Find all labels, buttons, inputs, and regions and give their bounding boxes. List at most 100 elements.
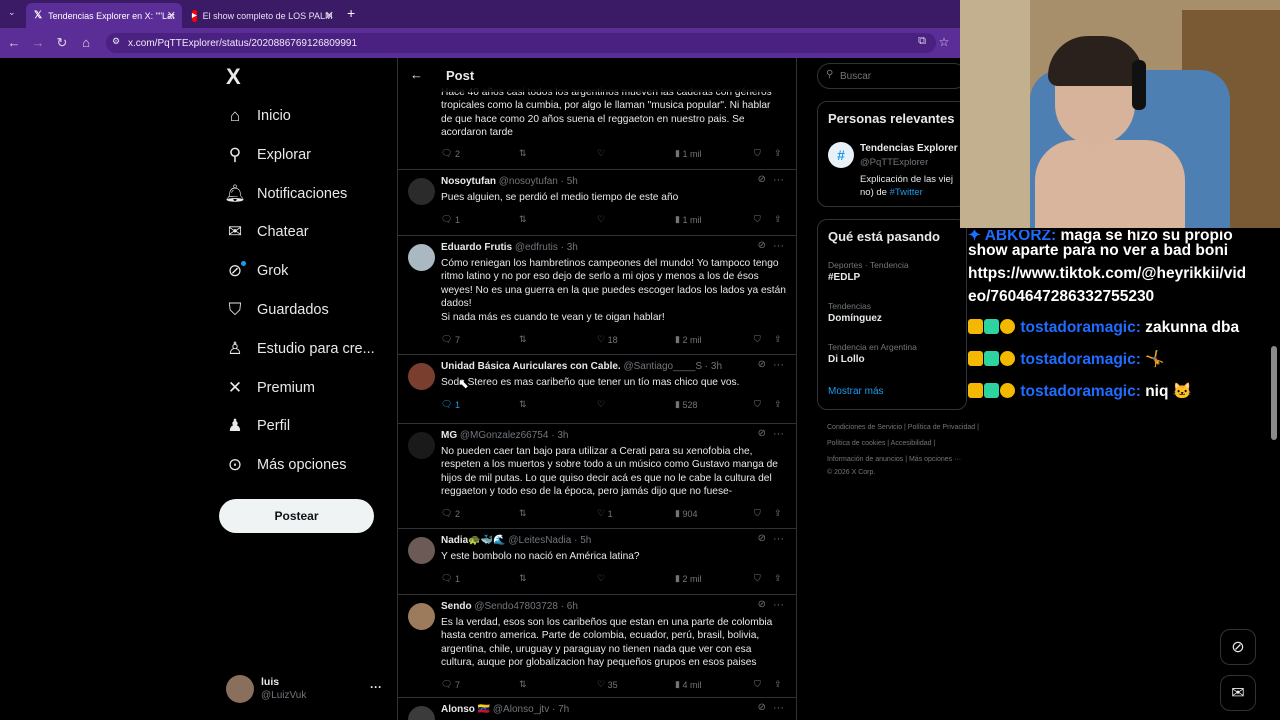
repost-icon[interactable]: ⇅ xyxy=(519,399,527,410)
more-icon[interactable]: ··· xyxy=(773,428,784,440)
hashtag-link[interactable]: #Twitter xyxy=(890,187,923,198)
tab-list-chevron-icon[interactable]: ⌄ xyxy=(8,7,16,18)
new-tab-button[interactable]: + xyxy=(347,5,355,21)
nav-inicio[interactable]: ⌂ Inicio xyxy=(226,104,291,128)
repost-icon[interactable]: ⇅ xyxy=(519,214,527,225)
tweet-time[interactable]: · 3h xyxy=(561,242,578,253)
avatar[interactable] xyxy=(408,244,435,271)
views-button[interactable]: ▮ 1 mil xyxy=(675,148,701,159)
author-name[interactable]: Nadia🐢🐳🌊 xyxy=(441,535,506,546)
reply-button[interactable]: 🗨︎ 7 xyxy=(441,679,460,690)
author-name[interactable]: MG xyxy=(441,430,457,441)
home-icon[interactable]: ⌂ xyxy=(78,35,94,50)
post-button[interactable]: Postear xyxy=(219,499,374,533)
bookmark-icon[interactable]: ⛉ xyxy=(754,573,761,584)
trend-name[interactable]: Domínguez xyxy=(828,313,882,324)
bookmark-icon[interactable]: ⛉ xyxy=(754,214,761,225)
reply-button[interactable]: 🗨︎ 1 xyxy=(441,573,460,584)
like-icon[interactable]: ♡ xyxy=(597,148,605,159)
footer-links[interactable]: Condiciones de Servicio | Política de Pr… xyxy=(827,424,979,431)
nav-estudio[interactable]: ♙ Estudio para cre... xyxy=(226,337,374,361)
x-logo[interactable]: X xyxy=(226,64,241,90)
address-bar[interactable]: ⚙ x.com/PqTTExplorer/status/202088676912… xyxy=(106,33,936,53)
tweet-time[interactable]: · 3h xyxy=(705,361,722,372)
share-icon[interactable]: ⇪ xyxy=(774,148,782,159)
bookmark-star-icon[interactable]: ☆ xyxy=(936,35,952,49)
reply-button[interactable]: 🗨︎ 2 xyxy=(441,148,460,159)
tweet-time[interactable]: · 5h xyxy=(574,535,591,546)
grok-icon[interactable]: ⊘ xyxy=(758,240,766,251)
views-button[interactable]: ▮ 528 xyxy=(675,399,697,410)
more-icon[interactable]: ··· xyxy=(773,599,784,611)
close-icon[interactable]: ✕ xyxy=(325,9,334,22)
tweet-time[interactable]: · 6h xyxy=(561,601,578,612)
author-handle[interactable]: @Alonso_jtv xyxy=(493,704,549,715)
repost-icon[interactable]: ⇅ xyxy=(519,679,527,690)
views-button[interactable]: ▮ 4 mil xyxy=(675,679,701,690)
scrollbar[interactable] xyxy=(1271,346,1277,440)
tweet[interactable]: Sendo @Sendo47803728 · 6h ⊘ ··· Es la ve… xyxy=(398,595,796,698)
author-handle[interactable]: @edfrutis xyxy=(515,242,558,253)
nav-perfil[interactable]: ♟ Perfil xyxy=(226,414,290,438)
like-icon[interactable]: ♡ xyxy=(597,214,605,225)
grok-icon[interactable]: ⊘ xyxy=(758,174,766,185)
author-name[interactable]: Eduardo Frutis xyxy=(441,242,512,253)
bookmark-icon[interactable]: ⛉ xyxy=(754,334,761,345)
like-icon[interactable]: ♡ xyxy=(597,399,605,410)
more-icon[interactable]: ··· xyxy=(773,359,784,371)
avatar[interactable] xyxy=(408,178,435,205)
share-icon[interactable]: ⇪ xyxy=(774,508,782,519)
nav-guardados[interactable]: ⛉ Guardados xyxy=(226,298,329,322)
person-handle[interactable]: @PqTTExplorer xyxy=(860,157,928,168)
reply-button[interactable]: 🗨︎ 1 xyxy=(441,214,460,225)
nav-premium[interactable]: ✕ Premium xyxy=(226,376,315,400)
bookmark-icon[interactable]: ⛉ xyxy=(754,508,761,519)
bookmark-icon[interactable]: ⛉ xyxy=(754,679,761,690)
bookmark-icon[interactable]: ⛉ xyxy=(754,148,761,159)
tweet-time[interactable]: · 5h xyxy=(561,176,578,187)
author-handle[interactable]: @nosoytufan xyxy=(499,176,558,187)
repost-icon[interactable]: ⇅ xyxy=(519,148,527,159)
tab-youtube[interactable]: ▶ El show completo de LOS PALM ✕ xyxy=(184,3,340,28)
more-icon[interactable]: ··· xyxy=(773,533,784,545)
like-icon[interactable]: ♡ xyxy=(597,573,605,584)
grok-icon[interactable]: ⊘ xyxy=(758,599,766,610)
nav-explorar[interactable]: ⚲ Explorar xyxy=(226,143,311,167)
repost-icon[interactable]: ⇅ xyxy=(519,573,527,584)
back-arrow-icon[interactable]: ← xyxy=(6,35,22,50)
nav-grok[interactable]: ⊘ Grok xyxy=(226,259,288,283)
nav-notificaciones[interactable]: 🔔︎ Notificaciones xyxy=(224,182,347,206)
tweet[interactable]: MG @MGonzalez66754 · 3h ⊘ ··· No pueden … xyxy=(398,424,796,529)
reply-button[interactable]: 🗨︎ 1 xyxy=(441,399,460,410)
tweet[interactable]: Alonso 🇻🇪 @Alonso_jtv · 7h ⊘ ··· xyxy=(398,698,796,720)
person-name[interactable]: Tendencias Explorer xyxy=(860,143,958,154)
author-handle[interactable]: @LeitesNadia xyxy=(508,535,571,546)
views-button[interactable]: ▮ 1 mil xyxy=(675,214,701,225)
author-name[interactable]: Sendo xyxy=(441,601,472,612)
account-switcher[interactable]: luis @LuizVuk ··· xyxy=(226,674,386,706)
author-handle[interactable]: @Sendo47803728 xyxy=(474,601,558,612)
tweet[interactable]: Nosoytufan @nosoytufan · 5h ⊘ ··· Pues a… xyxy=(398,170,796,236)
grok-float-button[interactable]: ⊘ xyxy=(1220,629,1256,665)
author-handle[interactable]: @Santiago____S xyxy=(623,361,702,372)
trend-name[interactable]: #EDLP xyxy=(828,272,860,283)
nav-chatear[interactable]: ✉ Chatear xyxy=(226,220,309,244)
like-button[interactable]: ♡ 1 xyxy=(597,508,613,519)
share-icon[interactable]: ⇪ xyxy=(774,214,782,225)
views-button[interactable]: ▮ 2 mil xyxy=(675,573,701,584)
nav-mas-opciones[interactable]: ⊙ Más opciones xyxy=(226,453,347,477)
reply-button[interactable]: 🗨︎ 2 xyxy=(441,508,460,519)
author-name[interactable]: Unidad Básica Auriculares con Cable. xyxy=(441,361,621,372)
author-name[interactable]: Nosoytufan xyxy=(441,176,496,187)
tab-tendencias[interactable]: 𝕏 Tendencias Explorer en X: ""Lat ✕ xyxy=(26,3,182,28)
author-name[interactable]: Alonso 🇻🇪 xyxy=(441,704,490,715)
avatar[interactable] xyxy=(408,537,435,564)
grok-icon[interactable]: ⊘ xyxy=(758,428,766,439)
avatar[interactable] xyxy=(408,432,435,459)
like-button[interactable]: ♡ 18 xyxy=(597,334,618,345)
reply-button[interactable]: 🗨︎ 7 xyxy=(441,334,460,345)
grok-icon[interactable]: ⊘ xyxy=(758,359,766,370)
repost-icon[interactable]: ⇅ xyxy=(519,508,527,519)
share-icon[interactable]: ⇪ xyxy=(774,679,782,690)
forward-arrow-icon[interactable]: → xyxy=(30,35,46,50)
